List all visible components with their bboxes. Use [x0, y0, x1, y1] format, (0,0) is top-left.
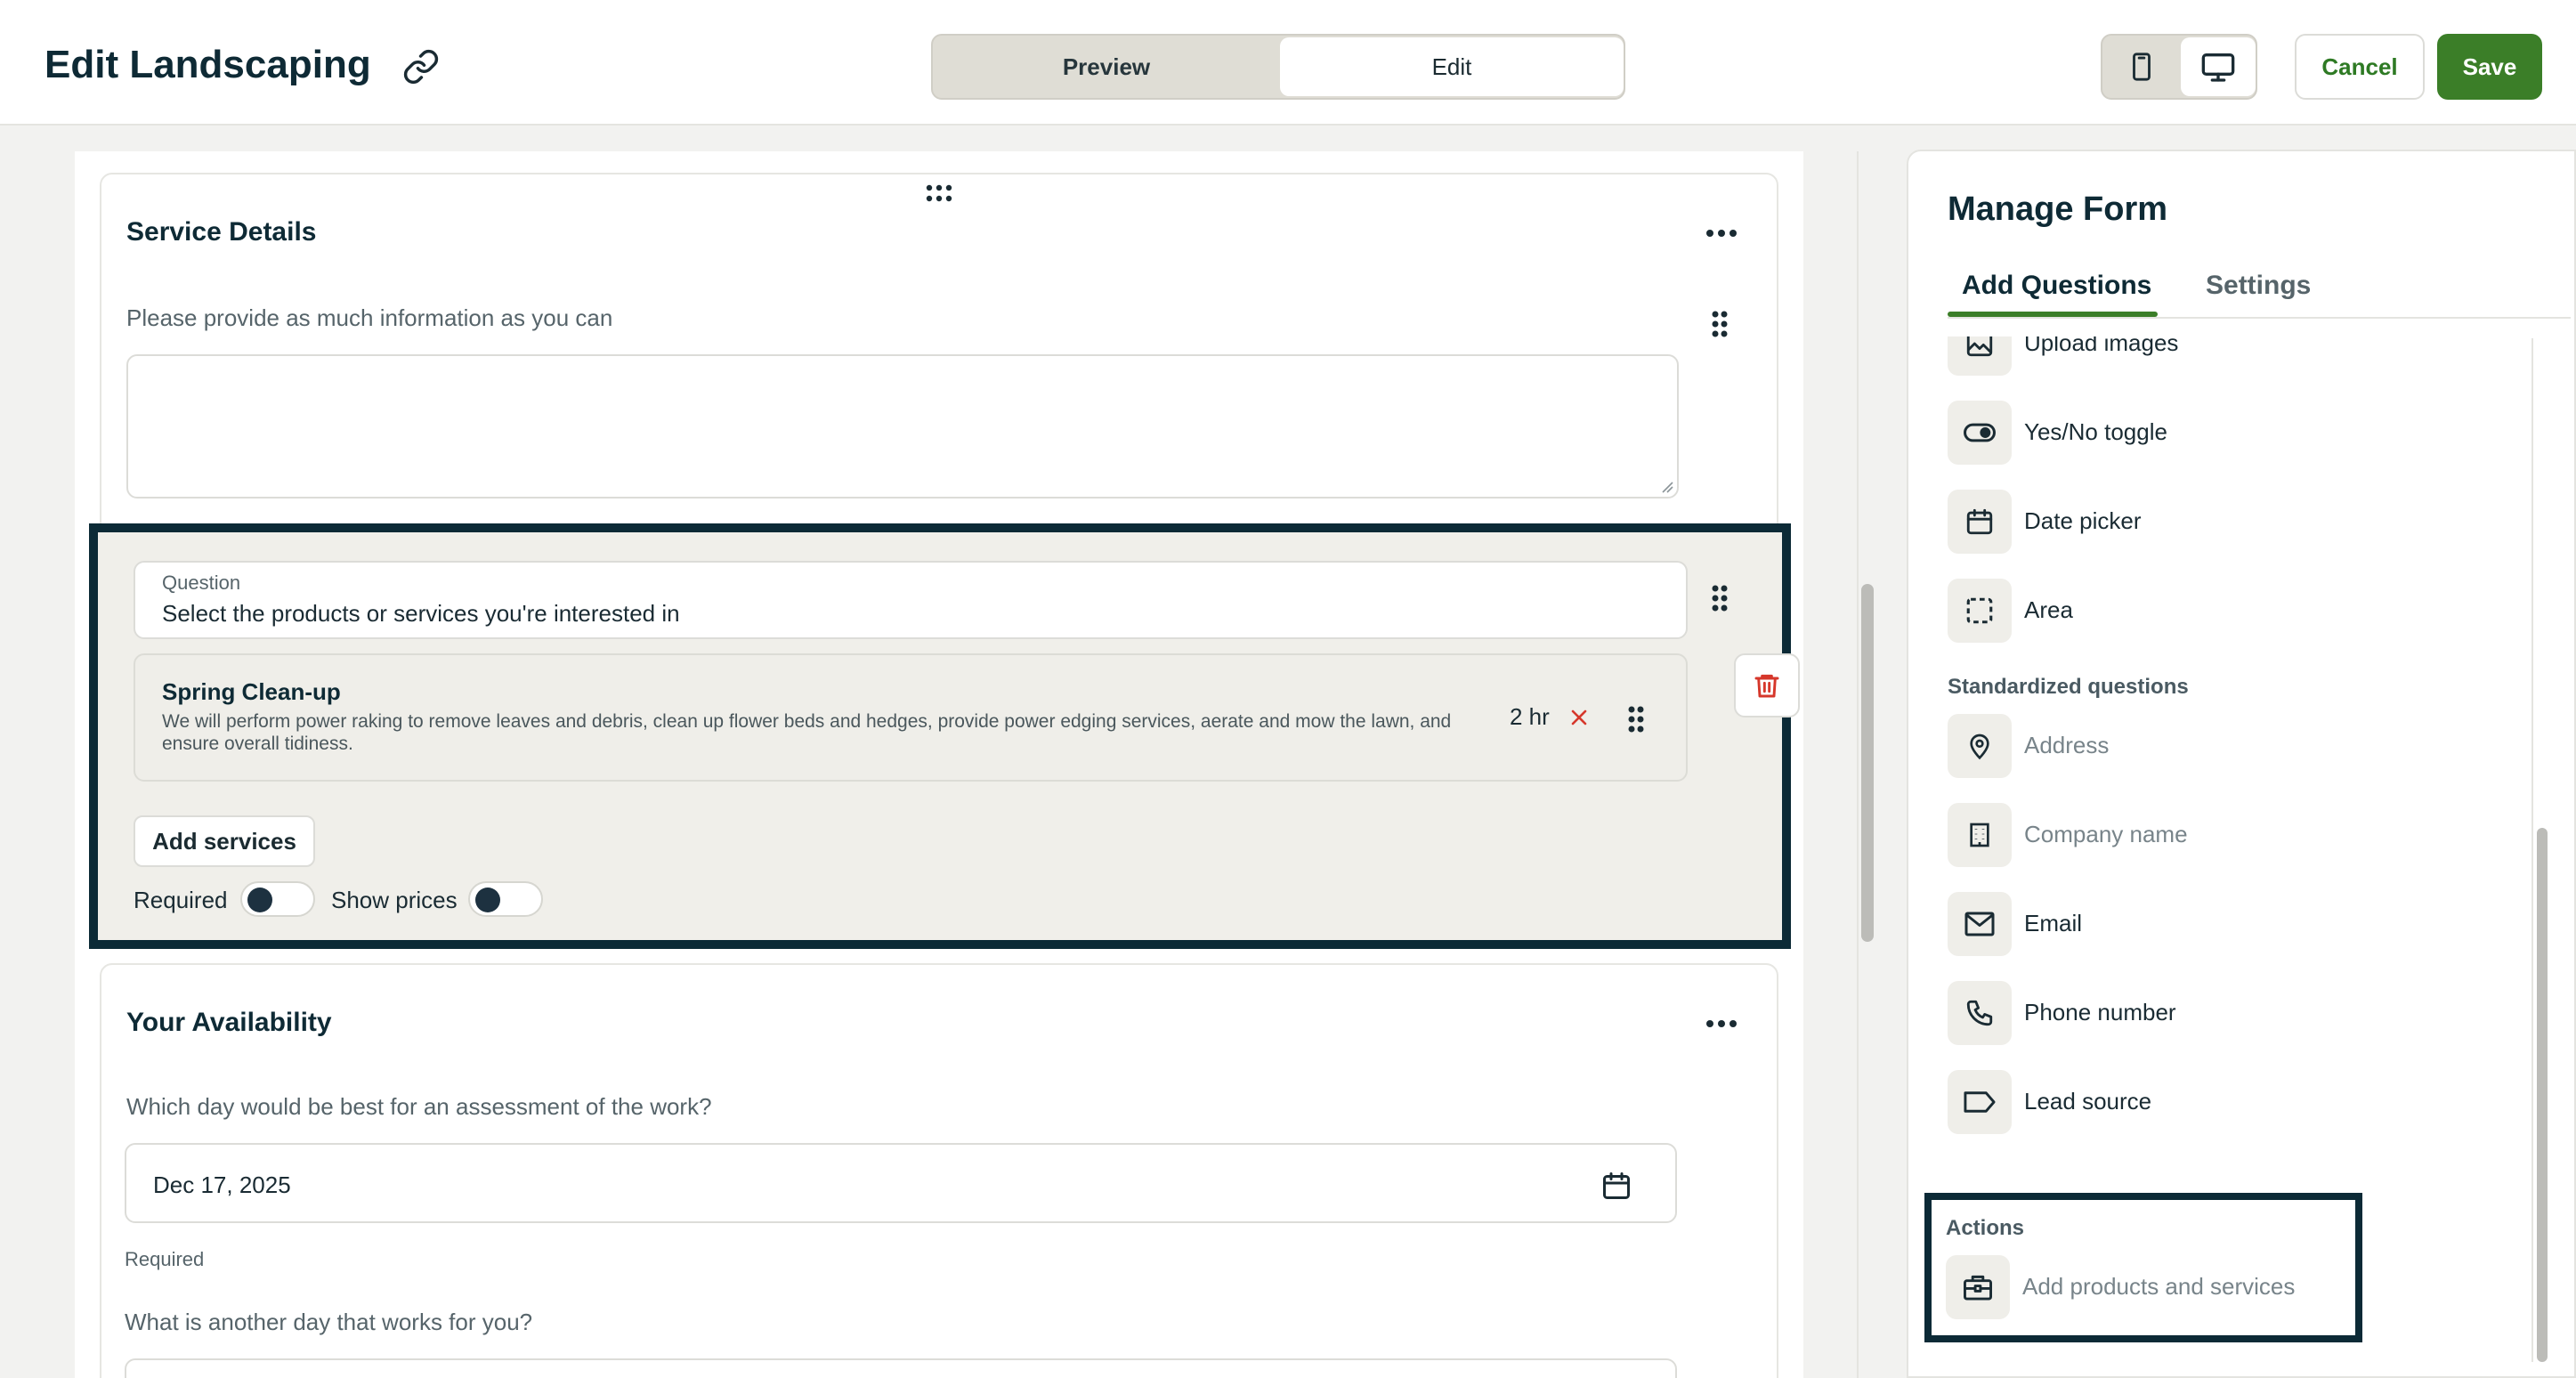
question-type-label: Date picker — [2024, 507, 2142, 534]
toggle-icon — [1948, 401, 2012, 465]
tab-divider — [1948, 317, 2571, 319]
show-prices-toggle[interactable] — [468, 881, 543, 917]
details-textarea[interactable] — [126, 354, 1679, 499]
map-pin-icon — [1948, 714, 2012, 778]
standardized-heading: Standardized questions — [1948, 675, 2189, 699]
preview-tab[interactable]: Preview — [935, 37, 1278, 96]
drag-handle-icon[interactable] — [1711, 310, 1729, 338]
panel-scrollbar[interactable] — [2537, 828, 2548, 1362]
date-input[interactable]: Dec 17, 2025 — [125, 1143, 1677, 1223]
drag-handle-icon[interactable] — [1711, 584, 1729, 612]
mobile-view-button[interactable] — [2104, 37, 2179, 96]
service-description: We will perform power raking to remove l… — [162, 711, 1452, 754]
question-type-yes-no[interactable]: Yes/No toggle — [1948, 401, 2499, 465]
card-drag-handle[interactable] — [926, 183, 952, 205]
show-prices-label: Show prices — [331, 887, 458, 913]
required-label: Required — [134, 887, 228, 913]
selected-question-block[interactable]: Question Select the products or services… — [89, 523, 1800, 949]
delete-question-button[interactable] — [1734, 653, 1800, 717]
mail-icon — [1948, 892, 2012, 956]
question-prompt: What is another day that works for you? — [125, 1309, 533, 1335]
mobile-icon — [2133, 53, 2151, 81]
service-duration: 2 hr — [1510, 703, 1550, 730]
section-title: Your Availability — [126, 1008, 332, 1037]
standardized-label: Lead source — [2024, 1088, 2152, 1115]
edit-tab[interactable]: Edit — [1280, 37, 1624, 96]
building-icon — [1948, 803, 2012, 867]
standardized-email[interactable]: Email — [1948, 892, 2499, 956]
question-type-date-picker[interactable]: Date picker — [1948, 490, 2499, 554]
more-options-icon[interactable] — [1705, 228, 1738, 239]
panel-title: Manage Form — [1948, 190, 2168, 228]
question-prompt: Which day would be best for an assessmen… — [126, 1093, 712, 1120]
dashed-square-icon — [1948, 579, 2012, 643]
desktop-view-button[interactable] — [2181, 37, 2256, 96]
device-view-switch — [2101, 34, 2257, 100]
required-toggle[interactable] — [240, 881, 315, 917]
question-prompt: Please provide as much information as yo… — [126, 304, 613, 331]
active-tab-indicator — [1948, 312, 2158, 317]
standardized-address[interactable]: Address — [1948, 714, 2499, 778]
question-type-label: Upload images — [2024, 336, 2179, 356]
question-field-value[interactable]: Select the products or services you're i… — [162, 600, 680, 628]
cancel-button[interactable]: Cancel — [2295, 34, 2425, 100]
question-type-upload-images[interactable]: Upload images — [1948, 336, 2499, 376]
service-details-card: Service Details Please provide as much i… — [100, 173, 1778, 547]
question-type-area[interactable]: Area — [1948, 579, 2499, 643]
save-button[interactable]: Save — [2437, 34, 2542, 100]
mode-switch: Preview Edit — [931, 34, 1625, 100]
standardized-label: Address — [2024, 732, 2110, 758]
standardized-label: Phone number — [2024, 999, 2176, 1025]
service-name: Spring Clean-up — [162, 678, 341, 705]
question-type-label: Yes/No toggle — [2024, 418, 2167, 445]
standardized-label: Email — [2024, 910, 2083, 936]
standardized-lead-source[interactable]: Lead source — [1948, 1070, 2499, 1134]
standardized-phone-number[interactable]: Phone number — [1948, 981, 2499, 1045]
tab-settings[interactable]: Settings — [2206, 271, 2311, 301]
service-item: Spring Clean-up We will perform power ra… — [134, 653, 1688, 782]
tag-icon — [1948, 1070, 2012, 1134]
remove-service-icon[interactable] — [1568, 707, 1590, 728]
canvas-scroll-track — [1857, 151, 1859, 1378]
phone-icon — [1948, 981, 2012, 1045]
resize-handle-icon[interactable] — [1661, 481, 1673, 493]
question-text-field[interactable]: Question Select the products or services… — [134, 561, 1688, 639]
actions-highlight-frame — [1924, 1193, 2362, 1342]
date-value[interactable]: Dec 17, 2025 — [153, 1171, 291, 1199]
drag-handle-icon[interactable] — [1627, 705, 1645, 734]
monitor-icon — [2201, 53, 2235, 82]
link-icon[interactable] — [402, 48, 440, 85]
question-type-label: Area — [2024, 596, 2073, 623]
standardized-company-name[interactable]: Company name — [1948, 803, 2499, 867]
required-note: Required — [125, 1248, 205, 1270]
top-bar: Edit Landscaping Preview Edit Cancel Sav… — [0, 0, 2576, 126]
question-field-label: Question — [162, 571, 241, 594]
tab-add-questions[interactable]: Add Questions — [1962, 271, 2151, 301]
image-icon — [1948, 336, 2012, 376]
second-date-input[interactable] — [125, 1358, 1677, 1378]
canvas-scrollbar[interactable] — [1861, 584, 1874, 942]
panel-scroll-track — [2531, 338, 2533, 1362]
page-title: Edit Landscaping — [45, 43, 371, 86]
standardized-label: Company name — [2024, 821, 2188, 847]
section-title: Service Details — [126, 217, 317, 247]
add-services-button[interactable]: Add services — [134, 815, 315, 867]
calendar-icon[interactable] — [1600, 1170, 1632, 1202]
more-options-icon[interactable] — [1705, 1018, 1738, 1029]
trash-icon — [1754, 674, 1779, 698]
calendar-icon — [1948, 490, 2012, 554]
